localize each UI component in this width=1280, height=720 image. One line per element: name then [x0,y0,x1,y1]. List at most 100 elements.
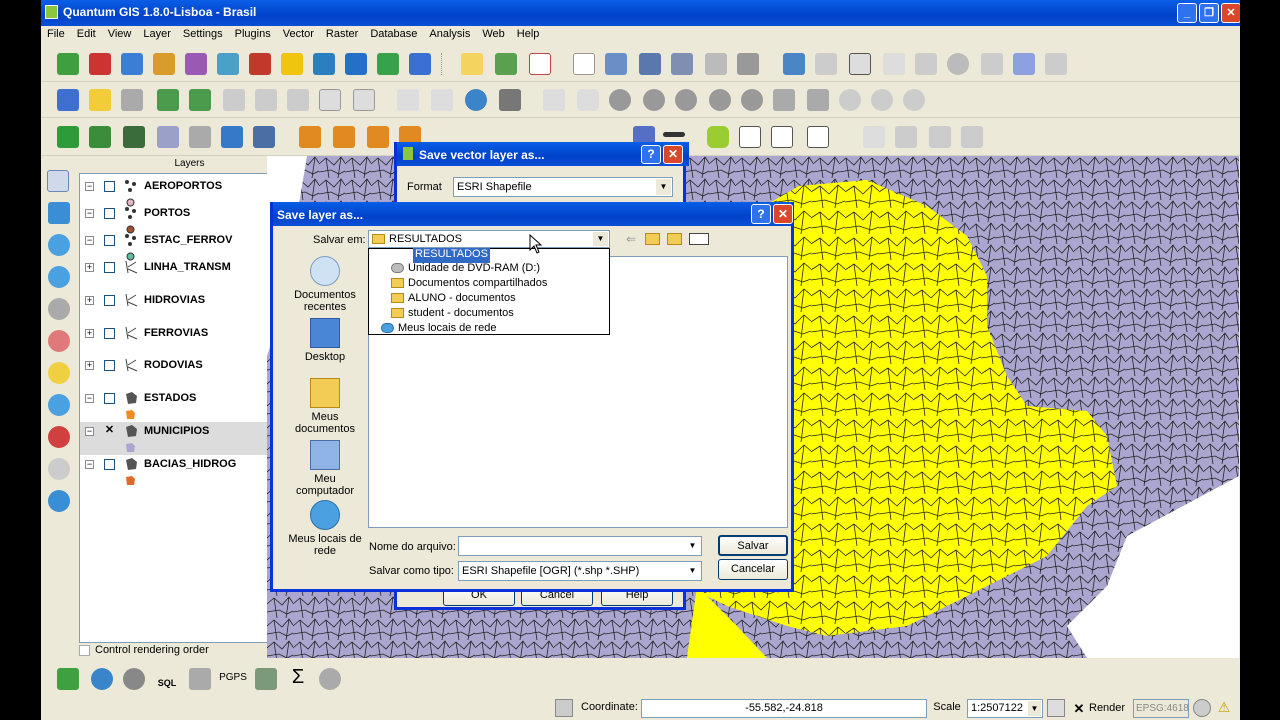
save-in-select[interactable]: RESULTADOS ▼ [368,230,610,248]
open-icon[interactable] [605,53,627,75]
status-toggle-icon[interactable] [555,699,573,717]
overview-icon[interactable] [221,126,243,148]
select-icon[interactable] [675,89,697,111]
capture-point-icon[interactable] [57,89,79,111]
place-desktop[interactable]: Desktop [287,318,363,363]
sql-icon[interactable]: SQL [155,668,179,690]
dropdown-item-dvd[interactable]: Unidade de DVD-RAM (D:) [391,262,540,277]
pan-icon[interactable] [47,170,69,192]
deselect-icon[interactable] [709,89,731,111]
menu-settings[interactable]: Settings [177,26,229,40]
refresh-icon[interactable] [48,490,70,512]
plugin-raster-icon[interactable] [495,53,517,75]
layer-visibility-checkbox[interactable]: ✕ [104,425,115,437]
show-labels-icon[interactable] [89,126,111,148]
close-icon[interactable]: ✕ [663,145,683,164]
save-icon[interactable] [639,53,661,75]
maximize-button[interactable]: ❐ [1199,3,1219,23]
add-delimited-text-icon[interactable] [377,53,399,75]
add-wms-icon[interactable] [249,53,271,75]
warning-icon[interactable]: ⚠ [1215,699,1233,717]
open-project-icon[interactable] [89,53,111,75]
zoom-in-icon[interactable] [48,234,70,256]
layer-visibility-checkbox[interactable] [104,295,115,306]
add-ring-icon[interactable] [189,89,211,111]
expand-icon[interactable]: + [85,296,94,305]
filter-icon[interactable] [157,126,179,148]
rotate-point-icon[interactable] [465,89,487,111]
scale-input[interactable]: 1:2507122 ▼ [967,699,1043,718]
add-all-layers-icon[interactable] [299,126,321,148]
move-label-icon[interactable] [961,126,983,148]
toggle-editing-icon[interactable] [783,53,805,75]
move-feature-icon[interactable] [883,53,905,75]
pgps-icon[interactable]: PGPS [219,672,247,690]
map-tips-icon[interactable] [839,89,861,111]
dropdown-item-resultados[interactable]: RESULTADOS [413,248,490,263]
abc-label-icon[interactable] [863,126,885,148]
layer-visibility-checkbox[interactable] [104,181,115,192]
layer-visibility-checkbox[interactable] [104,208,115,219]
reshape-icon[interactable] [319,89,341,111]
menu-view[interactable]: View [102,26,138,40]
gps-tools-icon[interactable] [409,53,431,75]
menu-raster[interactable]: Raster [320,26,364,40]
pan-map-icon[interactable] [609,89,631,111]
layer-visibility-checkbox[interactable] [104,393,115,404]
home-icon[interactable] [739,126,761,148]
view-menu-icon[interactable] [689,233,709,245]
menu-plugins[interactable]: Plugins [229,26,277,40]
add-spatialite-icon[interactable] [217,53,239,75]
label-tool-icon[interactable] [57,126,79,148]
cut-features-icon[interactable] [981,53,1003,75]
expand-icon[interactable]: − [85,182,94,191]
capture-polygon-icon[interactable] [121,89,143,111]
redo-icon[interactable] [577,89,599,111]
place-my-computer[interactable]: Meu computador [287,440,363,497]
capture-line-icon[interactable] [89,89,111,111]
menu-edit[interactable]: Edit [71,26,102,40]
merge-attributes-icon[interactable] [499,89,521,111]
person-icon[interactable] [189,668,211,690]
plugin-vector-icon[interactable] [529,53,551,75]
show-hide-labels-icon[interactable] [929,126,951,148]
map-layer-icon[interactable] [255,668,277,690]
copy-features-icon[interactable] [1013,53,1035,75]
help-icon[interactable]: ? [751,204,771,224]
dropdown-item-student[interactable]: student - documentos [391,307,514,322]
remove-all-layers-icon[interactable] [333,126,355,148]
layer-visibility-checkbox[interactable] [104,328,115,339]
save-as-icon[interactable] [671,53,693,75]
search-icon[interactable] [319,668,341,690]
menu-database[interactable]: Database [364,26,423,40]
attribute-table-icon[interactable] [123,126,145,148]
epsg-label[interactable]: EPSG:4618 [1133,699,1189,718]
menu-file[interactable]: File [41,26,71,40]
expand-icon[interactable]: + [85,361,94,370]
add-feature-icon[interactable] [849,53,871,75]
grass-icon[interactable] [57,668,79,690]
zoom-next-icon[interactable] [48,458,70,480]
expand-icon[interactable]: − [85,460,94,469]
save-button[interactable]: Salvar [718,535,788,556]
dropdown-item-shared-docs[interactable]: Documentos compartilhados [391,277,547,292]
measure-angle-icon[interactable] [807,89,829,111]
merge-features-icon[interactable] [431,89,453,111]
place-my-documents[interactable]: Meus documentos [287,378,363,435]
compass-icon[interactable] [91,668,113,690]
menu-analysis[interactable]: Analysis [423,26,476,40]
home-2-icon[interactable] [771,126,793,148]
annotation-icon[interactable] [707,126,729,148]
layer-visibility-checkbox[interactable] [104,235,115,246]
render-checkbox[interactable]: ✕ [1071,701,1087,717]
new-spatialite-layer-icon[interactable] [345,53,367,75]
minimize-button[interactable]: _ [1177,3,1197,23]
measure-area-icon[interactable] [773,89,795,111]
print-icon[interactable] [737,53,759,75]
close-button[interactable]: ✕ [1221,3,1240,23]
zoom-full-icon[interactable] [48,330,70,352]
measure-icon[interactable] [741,89,763,111]
place-recent[interactable]: Documentos recentes [287,256,363,313]
add-wfs-icon[interactable] [281,53,303,75]
close-icon[interactable]: ✕ [773,204,793,224]
